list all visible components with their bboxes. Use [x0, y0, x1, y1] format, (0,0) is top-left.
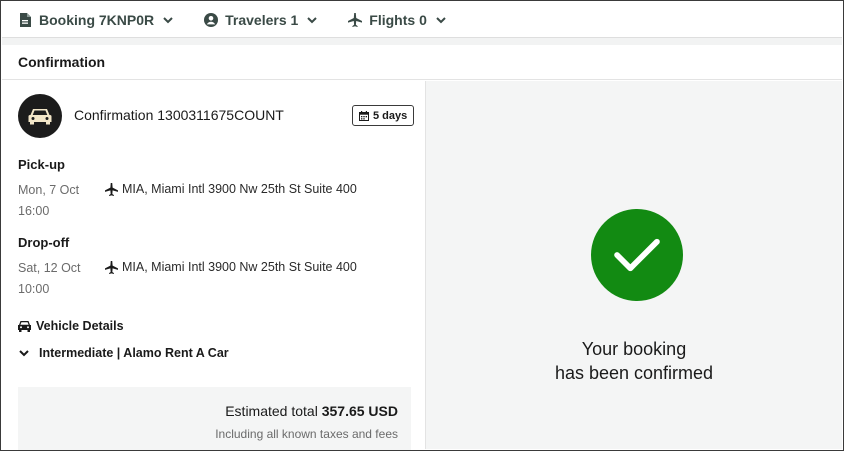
dropoff-date: Sat, 12 Oct: [18, 261, 81, 275]
nav-travelers-label: Travelers 1: [225, 11, 299, 28]
pickup-heading: Pick-up: [18, 157, 65, 172]
user-circle-icon: [204, 12, 219, 27]
dropoff-location-text: MIA, Miami Intl 3900 Nw 25th St Suite 40…: [122, 260, 357, 274]
estimated-total-amount: 357.65 USD: [321, 403, 398, 419]
confirmation-panel: Your booking has been confirmed: [425, 81, 842, 449]
nav-booking-label: Booking 7KNP0R: [39, 11, 155, 28]
pickup-date: Mon, 7 Oct: [18, 183, 80, 197]
chevron-down-icon: [162, 14, 174, 26]
pickup-time: 16:00: [18, 204, 50, 218]
checkmark-icon: [591, 209, 683, 301]
booking-confirmed-message: Your booking has been confirmed: [426, 337, 842, 385]
confirmation-number: Confirmation 1300311675COUNT: [74, 107, 284, 123]
confirm-line-2: has been confirmed: [554, 363, 714, 383]
nav-flights-label: Flights 0: [369, 11, 427, 28]
confirm-line-1: Your booking: [581, 339, 687, 359]
car-icon: [18, 320, 31, 332]
nav-travelers-dropdown[interactable]: Travelers 1: [204, 12, 318, 28]
dropoff-location: MIA, Miami Intl 3900 Nw 25th St Suite 40…: [105, 260, 357, 274]
vehicle-summary-text: Intermediate | Alamo Rent A Car: [39, 346, 229, 360]
pickup-location-text: MIA, Miami Intl 3900 Nw 25th St Suite 40…: [122, 182, 357, 196]
estimated-total-box: Estimated total 357.65 USD Including all…: [18, 387, 411, 450]
nav-booking-dropdown[interactable]: Booking 7KNP0R: [18, 12, 174, 28]
estimated-total-note: Including all known taxes and fees: [215, 427, 398, 441]
pickup-location: MIA, Miami Intl 3900 Nw 25th St Suite 40…: [105, 182, 357, 196]
dropoff-heading: Drop-off: [18, 235, 70, 250]
estimated-total-line: Estimated total 357.65 USD: [18, 403, 398, 419]
car-icon: [18, 94, 62, 138]
chevron-down-icon: [306, 14, 318, 26]
airplane-icon: [348, 12, 363, 27]
chevron-down-icon: [435, 14, 447, 26]
duration-badge: 5 days: [352, 105, 415, 126]
airplane-icon: [105, 182, 118, 196]
airplane-icon: [105, 260, 118, 274]
document-icon: [18, 12, 32, 27]
vehicle-details-label: Vehicle Details: [36, 319, 124, 333]
reservation-panel: Confirmation 1300311675COUNT 5 days Pick…: [2, 81, 425, 450]
calendar-icon: [359, 110, 369, 121]
vehicle-details-heading: Vehicle Details: [18, 319, 124, 333]
chevron-down-icon: [18, 347, 30, 359]
estimated-total-prefix: Estimated total: [225, 403, 318, 419]
vehicle-summary-toggle[interactable]: Intermediate | Alamo Rent A Car: [18, 346, 229, 360]
header-divider-band: [2, 38, 842, 45]
top-nav: Booking 7KNP0R Travelers 1 Flights 0: [2, 2, 842, 38]
nav-flights-dropdown[interactable]: Flights 0: [348, 12, 447, 28]
dropoff-time: 10:00: [18, 282, 50, 296]
duration-badge-label: 5 days: [373, 109, 408, 122]
app-frame: Booking 7KNP0R Travelers 1 Flights 0 Con…: [0, 0, 844, 451]
section-title: Confirmation: [2, 45, 842, 80]
